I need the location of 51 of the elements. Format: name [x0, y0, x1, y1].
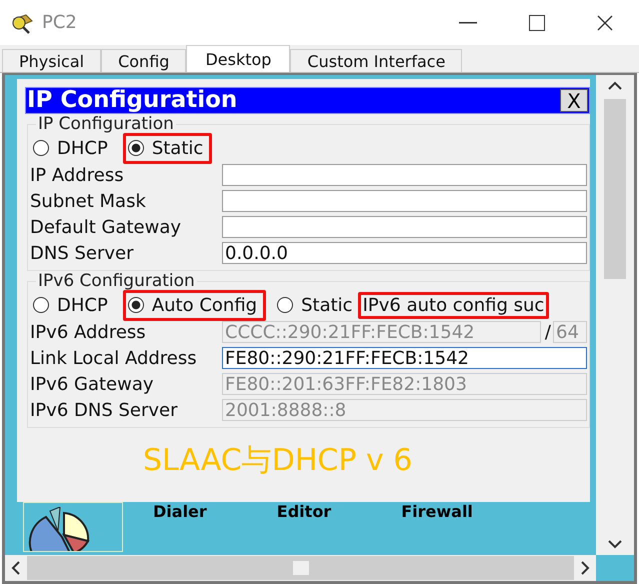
dialog-title: IP Configuration — [26, 88, 238, 113]
tab[interactable]: Custom Interface — [290, 49, 462, 72]
scroll-thumb[interactable] — [292, 561, 308, 575]
radio-label[interactable]: Auto Config — [152, 294, 258, 316]
annotation-text: SLAAC与DHCP v 6 — [142, 442, 414, 480]
tab[interactable]: Desktop — [186, 45, 290, 72]
caret-left-icon[interactable] — [11, 560, 21, 576]
close-button[interactable]: X — [560, 89, 588, 112]
status-message: IPv6 auto config suc — [358, 292, 550, 318]
input-field[interactable] — [222, 164, 587, 186]
maximize-icon[interactable] — [529, 14, 545, 30]
input-field[interactable] — [222, 190, 587, 212]
input-field[interactable]: FE80::290:21FF:FECB:1542 — [222, 347, 587, 369]
field-label: Subnet Mask — [30, 190, 147, 212]
minimize-icon[interactable] — [459, 22, 477, 24]
field-label: DNS Server — [30, 242, 134, 264]
input-field[interactable] — [222, 216, 587, 238]
field-label: IPv6 Gateway — [30, 374, 155, 394]
horizontal-scrollbar[interactable] — [5, 555, 596, 581]
app-label[interactable]: Firewall — [401, 502, 473, 521]
radio-button[interactable] — [277, 297, 294, 313]
group-title: IPv6 Configuration — [36, 271, 197, 291]
radio-button[interactable] — [128, 140, 144, 156]
field-label: Default Gateway — [30, 216, 182, 238]
caret-right-icon[interactable] — [580, 560, 590, 576]
scrollbar-corner — [596, 555, 634, 581]
group-title: IP Configuration — [36, 114, 176, 134]
window-title: PC2 — [42, 12, 77, 33]
field-label: IP Address — [30, 164, 125, 186]
field-label: IPv6 Address — [30, 322, 147, 342]
radio-label[interactable]: Static — [301, 294, 353, 316]
separator-text: / — [544, 322, 551, 342]
radio-button[interactable] — [128, 297, 144, 313]
caret-down-icon[interactable] — [607, 539, 623, 549]
close-icon[interactable] — [597, 14, 613, 30]
tab[interactable]: Config — [101, 49, 186, 72]
tab[interactable]: Physical — [2, 49, 102, 72]
radio-label[interactable]: Static — [152, 138, 204, 158]
radio-label[interactable]: DHCP — [57, 294, 108, 316]
app-tile[interactable] — [23, 502, 123, 552]
app-label[interactable]: Editor — [276, 502, 332, 521]
field-label: IPv6 DNS Server — [30, 400, 178, 420]
scroll-thumb[interactable] — [604, 99, 626, 279]
field-label: Link Local Address — [30, 348, 198, 368]
app-label[interactable]: Dialer — [153, 502, 207, 521]
radio-label[interactable]: DHCP — [57, 138, 108, 158]
vertical-scrollbar[interactable] — [596, 75, 634, 555]
caret-up-icon[interactable] — [607, 81, 623, 91]
radio-button[interactable] — [33, 297, 49, 313]
radio-button[interactable] — [33, 140, 49, 156]
input-field[interactable]: 0.0.0.0 — [222, 242, 587, 264]
